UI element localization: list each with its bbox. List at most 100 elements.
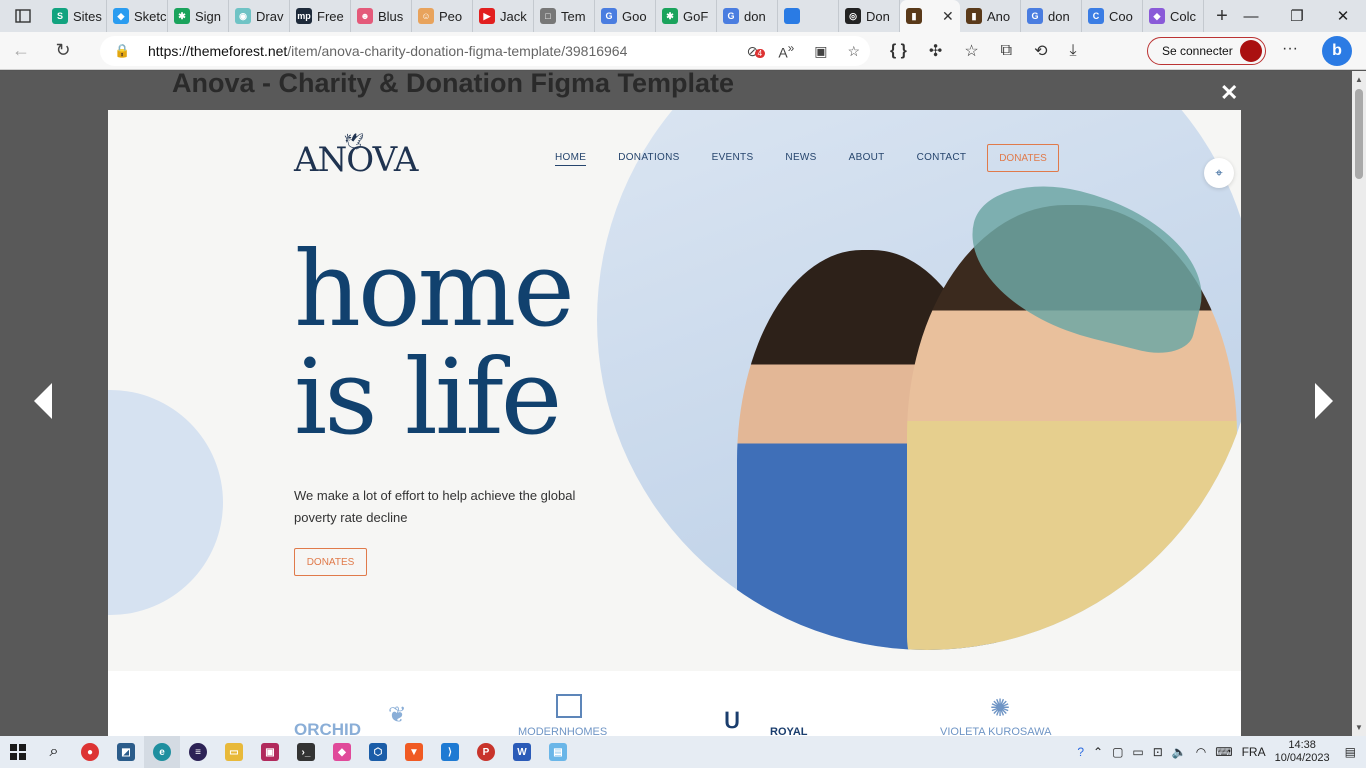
browser-tab[interactable]: ◉ Drav — [229, 0, 290, 32]
browser-tab[interactable]: ◆ Colc — [1143, 0, 1204, 32]
brave-icon[interactable]: ▼ — [396, 736, 432, 768]
template-preview: ANOVA 🕊 HOME DONATIONS EVENTS NEWS ABOUT CONT… — [108, 110, 1241, 736]
browser-tab[interactable]: ✱ Sign — [168, 0, 229, 32]
tab-favicon-icon: ◉ — [235, 8, 251, 24]
refresh-button[interactable]: ↻ — [42, 32, 84, 70]
tab-actions-glyph — [15, 9, 31, 23]
scrollbar[interactable]: ▲ ▼ — [1352, 71, 1366, 736]
browser-toolbar: ← ↻ 🔒 https://themeforest.net/item/anova… — [0, 32, 1366, 70]
scroll-up-icon[interactable]: ▲ — [1355, 75, 1363, 84]
close-window-button[interactable]: ✕ — [1320, 0, 1366, 32]
browser-tab[interactable]: ◎ Don — [839, 0, 900, 32]
nav-item-about[interactable]: ABOUT — [849, 152, 885, 166]
more-menu-icon[interactable]: ··· — [1282, 40, 1298, 58]
browser-tab[interactable]: mp Free — [290, 0, 351, 32]
search-icon[interactable]: ⌕ — [36, 736, 72, 768]
tab-favicon-icon: G — [723, 8, 739, 24]
chrome-icon[interactable]: ● — [72, 736, 108, 768]
nav-item-donations[interactable]: DONATIONS — [618, 152, 679, 166]
nav-donate-button[interactable]: DONATES — [987, 144, 1059, 172]
tray-icon[interactable]: ▢ — [1112, 745, 1123, 759]
terminal-icon[interactable]: ›_ — [288, 736, 324, 768]
language-indicator[interactable]: FRA — [1242, 745, 1266, 759]
battery-icon[interactable]: ▭ — [1132, 745, 1143, 759]
address-bar[interactable]: 🔒 https://themeforest.net/item/anova-cha… — [100, 36, 870, 66]
keyboard-icon[interactable]: ⌨ — [1215, 745, 1232, 759]
downloads-icon[interactable]: ⤓ — [1070, 42, 1077, 60]
browser-tab[interactable]: ☺ Peo — [412, 0, 473, 32]
tracking-prevention-icon[interactable]: ⊘ 4 — [747, 43, 766, 60]
notepad-icon[interactable]: ▤ — [540, 736, 576, 768]
nav-item-contact[interactable]: CONTACT — [917, 152, 967, 166]
tab-strip: S Sites ◆ Sketc ✱ Sign ◉ Drav mp Free ☻ Blus ☺ Peo ▶ Ja… — [46, 0, 1204, 32]
browser-tab[interactable]: ▮ Ano — [960, 0, 1021, 32]
browser-tab[interactable]: ☻ Blus — [351, 0, 412, 32]
notifications-icon[interactable]: ▤ — [1345, 745, 1356, 759]
building-icon — [556, 694, 582, 718]
app-icon[interactable]: ▣ — [252, 736, 288, 768]
word-icon[interactable]: W — [504, 736, 540, 768]
visual-search-icon[interactable]: ⌖ — [1204, 158, 1234, 188]
start-icon[interactable] — [0, 736, 36, 768]
extensions-icon[interactable]: ✣ — [929, 41, 942, 61]
tab-favicon-icon: S — [52, 8, 68, 24]
browser-tab[interactable]: □ Tem — [534, 0, 595, 32]
minimize-button[interactable]: — — [1228, 0, 1274, 32]
history-icon[interactable]: ⟲ — [1034, 41, 1047, 61]
tab-label: Goo — [622, 8, 647, 24]
file-explorer-icon[interactable]: ▭ — [216, 736, 252, 768]
browser-tab[interactable]: C Coo — [1082, 0, 1143, 32]
favorites-icon[interactable]: ☆ — [964, 41, 978, 61]
address-bar-icons: ⊘ 4 A» ▣ ☆ — [747, 36, 860, 66]
maximize-button[interactable]: ❐ — [1274, 0, 1320, 32]
clock[interactable]: 14:38 10/04/2023 — [1275, 739, 1330, 765]
app-icon[interactable]: ◆ — [324, 736, 360, 768]
tab-label: Colc — [1170, 8, 1197, 24]
tray-icon[interactable]: ⊡ — [1153, 745, 1163, 759]
previous-arrow-icon[interactable] — [34, 383, 52, 419]
virtualbox-icon[interactable]: ⬡ — [360, 736, 396, 768]
browser-tab-active[interactable]: ▮ ✕ — [900, 0, 960, 32]
next-arrow-icon[interactable] — [1315, 383, 1333, 419]
devtools-icon[interactable]: { } — [890, 42, 907, 60]
edge-icon[interactable]: e — [144, 736, 180, 768]
volume-icon[interactable]: 🔈 — [1172, 745, 1187, 759]
chevron-up-icon[interactable]: ⌃ — [1093, 745, 1103, 759]
nav-item-events[interactable]: EVENTS — [712, 152, 754, 166]
wifi-icon[interactable]: ◠ — [1196, 745, 1206, 759]
read-aloud-icon[interactable]: A» — [778, 42, 794, 61]
scrollbar-thumb[interactable] — [1355, 89, 1363, 179]
help-icon[interactable]: ? — [1077, 745, 1084, 759]
browser-tab[interactable]: S Sites — [46, 0, 107, 32]
browser-tab[interactable]: ▶ Jack — [473, 0, 534, 32]
add-favorite-icon[interactable]: ☆ — [847, 43, 860, 60]
hero-title: home is life — [294, 235, 575, 451]
bing-chat-icon[interactable]: b — [1322, 36, 1352, 66]
back-button[interactable]: ← — [0, 32, 42, 70]
scroll-down-icon[interactable]: ▼ — [1355, 723, 1363, 732]
vscode-icon[interactable]: ⟩ — [432, 736, 468, 768]
nav-item-news[interactable]: NEWS — [785, 152, 816, 166]
app-icon[interactable]: P — [468, 736, 504, 768]
partner-logos: ORCHID ❦ MODERNHOMES Ս ROYAL ✺ VIOLETA K… — [108, 690, 1241, 739]
sign-in-button[interactable]: Se connecter — [1147, 37, 1266, 65]
browser-tab[interactable] — [778, 0, 839, 32]
hero-donate-button[interactable]: DONATES — [294, 548, 367, 576]
browser-tab[interactable]: ◆ Sketc — [107, 0, 168, 32]
app-icon[interactable]: ◩ — [108, 736, 144, 768]
browser-tab[interactable]: G Goo — [595, 0, 656, 32]
tab-close-icon[interactable]: ✕ — [942, 8, 954, 25]
collections-icon[interactable]: ⧉ — [1001, 42, 1012, 60]
tab-label: Don — [866, 8, 890, 24]
browser-tab[interactable]: Gdon — [1021, 0, 1082, 32]
browser-tab[interactable]: ✱ GoF — [656, 0, 717, 32]
eclipse-icon[interactable]: ≡ — [180, 736, 216, 768]
tab-actions-icon[interactable] — [0, 0, 46, 32]
tab-label: Drav — [256, 8, 284, 24]
immersive-reader-icon[interactable]: ▣ — [814, 43, 827, 60]
nav-item-home[interactable]: HOME — [555, 152, 587, 166]
lightbox-close-icon[interactable]: ✕ — [1220, 80, 1238, 106]
site-logo[interactable]: ANOVA 🕊 — [294, 124, 418, 184]
window-controls: — ❐ ✕ — [1228, 0, 1366, 32]
browser-tab[interactable]: Gdon — [717, 0, 778, 32]
